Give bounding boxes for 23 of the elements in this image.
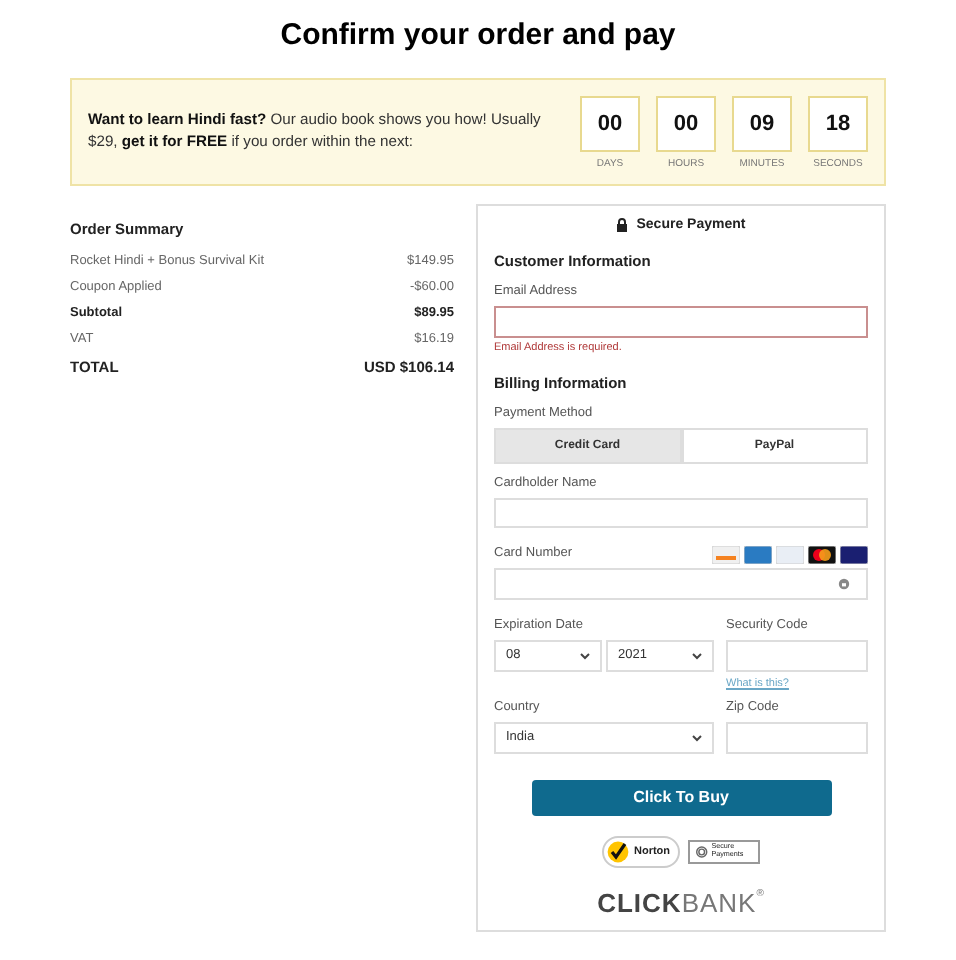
shield-icon bbox=[696, 844, 708, 861]
card-number-field[interactable] bbox=[494, 568, 868, 600]
card-logo-icon bbox=[776, 545, 804, 564]
countdown-value: 00 bbox=[656, 95, 716, 151]
checkmark-icon bbox=[605, 840, 630, 865]
cardholder-field[interactable] bbox=[494, 497, 868, 529]
zip-code-field[interactable] bbox=[726, 721, 868, 754]
security-code-field[interactable] bbox=[726, 639, 868, 672]
caret-icon bbox=[692, 651, 702, 660]
email-field[interactable] bbox=[494, 306, 868, 338]
card-logo-icon bbox=[808, 545, 836, 564]
brand-logo-text: BANK bbox=[681, 888, 757, 919]
countdown-value: 00 bbox=[580, 95, 640, 151]
card-logo-icon bbox=[840, 545, 868, 564]
page-title: Confirm your order and pay bbox=[280, 18, 676, 52]
countdown-value: 18 bbox=[808, 95, 868, 151]
countdown-value: 09 bbox=[732, 95, 792, 151]
buy-button[interactable]: Click To Buy bbox=[531, 779, 831, 817]
card-logo-icon bbox=[744, 545, 772, 564]
caret-icon bbox=[692, 733, 702, 742]
caret-icon bbox=[580, 651, 590, 660]
brand-logo-text: CLICK bbox=[597, 888, 682, 919]
card-logo-icon bbox=[712, 545, 740, 564]
